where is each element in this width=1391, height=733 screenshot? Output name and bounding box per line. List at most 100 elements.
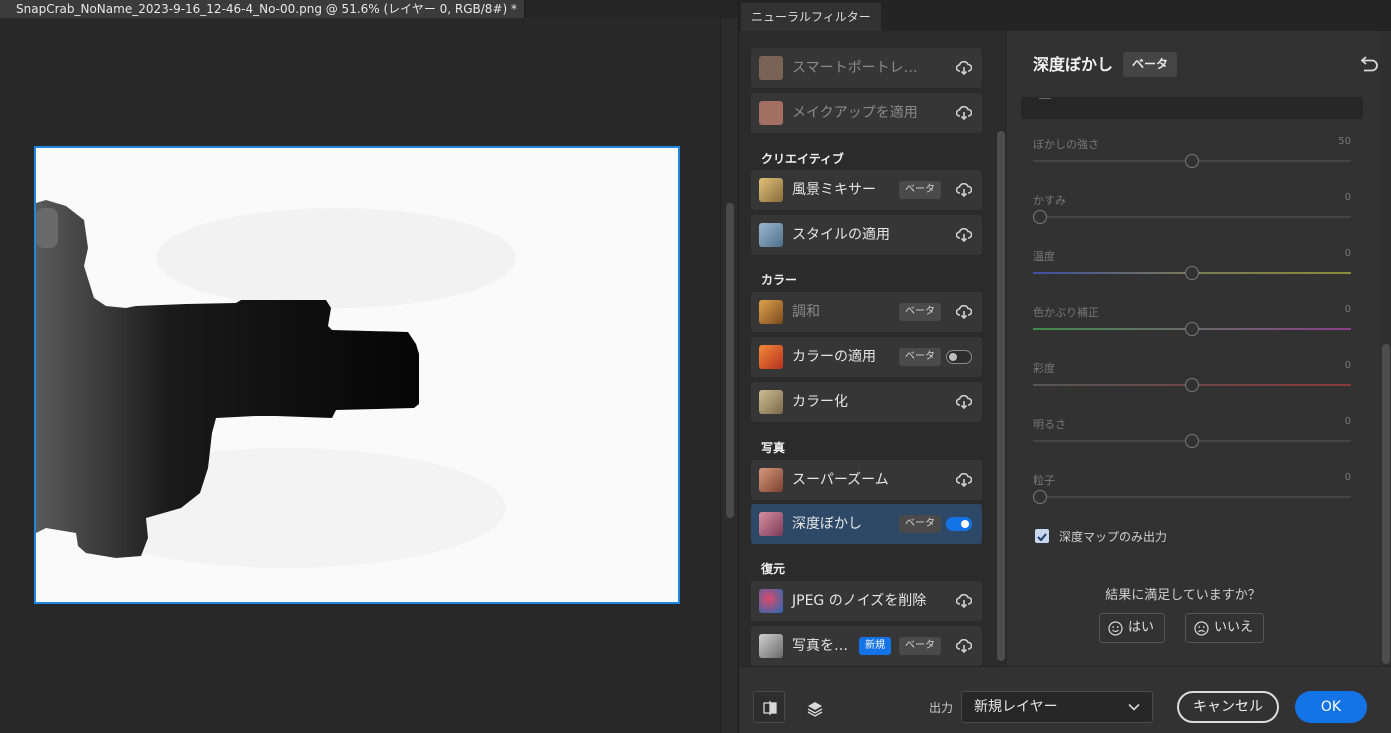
cloud-download-icon[interactable] bbox=[956, 106, 972, 120]
cancel-button[interactable]: キャンセル bbox=[1177, 691, 1279, 723]
colorize-thumb bbox=[759, 390, 783, 414]
cloud-download-icon[interactable] bbox=[956, 183, 972, 197]
cloud-download-icon[interactable] bbox=[956, 473, 972, 487]
output-select[interactable]: 新規レイヤー bbox=[961, 691, 1153, 723]
filter-item-jpeg-artifacts[interactable]: JPEG のノイズを削除 bbox=[751, 581, 982, 621]
color-transfer-thumb bbox=[759, 345, 783, 369]
slider-0[interactable]: ぼかしの強さ 50 bbox=[1033, 136, 1351, 176]
slider-label: 粒子 bbox=[1033, 474, 1055, 487]
slider-handle[interactable] bbox=[1185, 266, 1199, 280]
layer-preview-button[interactable] bbox=[797, 691, 829, 723]
output-label: 出力 bbox=[929, 701, 954, 715]
cloud-download-icon[interactable] bbox=[956, 305, 972, 319]
cloud-download-icon[interactable] bbox=[956, 61, 972, 75]
slider-label: 色かぶり補正 bbox=[1033, 306, 1099, 319]
toggle-knob bbox=[949, 352, 957, 361]
slider-handle[interactable] bbox=[1033, 210, 1047, 224]
document-vertical-scrollbar[interactable] bbox=[720, 18, 738, 733]
check-icon bbox=[1037, 533, 1047, 542]
filter-list-scroll-thumb[interactable] bbox=[997, 131, 1005, 661]
filter-item-label: JPEG のノイズを削除 bbox=[792, 593, 927, 609]
document-scroll-thumb[interactable] bbox=[726, 203, 734, 518]
slider-handle[interactable] bbox=[1033, 490, 1047, 504]
slider-value: 50 bbox=[1338, 136, 1351, 147]
slider-5[interactable]: 明るさ 0 bbox=[1033, 416, 1351, 456]
compare-view-button[interactable] bbox=[753, 691, 785, 723]
settings-scroll-thumb[interactable] bbox=[1382, 344, 1390, 664]
document-window: SnapCrab_NoName_2023-9-16_12-46-4_No-00.… bbox=[0, 0, 738, 733]
filter-item-depth-blur[interactable]: 深度ぼかし ベータ bbox=[751, 504, 982, 544]
cloud-download-icon[interactable] bbox=[956, 228, 972, 242]
filter-item-landscape-mixer[interactable]: 風景ミキサー ベータ bbox=[751, 170, 982, 210]
slider-track[interactable] bbox=[1033, 496, 1351, 498]
slider-handle[interactable] bbox=[1185, 434, 1199, 448]
feedback-question: 結果に満足していますか？ bbox=[1105, 588, 1261, 603]
image-canvas[interactable] bbox=[34, 146, 680, 604]
slider-value: 0 bbox=[1344, 472, 1351, 483]
filter-item-style-transfer[interactable]: スタイルの適用 bbox=[751, 215, 982, 255]
slider-4[interactable]: 彩度 0 bbox=[1033, 360, 1351, 400]
document-tabbar-empty bbox=[525, 0, 738, 18]
dash-mark bbox=[1039, 98, 1051, 99]
category-restore: 復元 bbox=[761, 562, 786, 576]
smile-icon bbox=[1108, 621, 1123, 636]
category-photo: 写真 bbox=[761, 441, 786, 455]
slider-track[interactable] bbox=[1033, 216, 1351, 218]
slider-label: 温度 bbox=[1033, 250, 1055, 263]
chevron-down-icon bbox=[1128, 703, 1140, 711]
filter-item-label: 風景ミキサー bbox=[792, 182, 876, 198]
slider-label: 明るさ bbox=[1033, 418, 1066, 431]
photo-restore-thumb bbox=[759, 634, 783, 658]
frown-icon bbox=[1194, 621, 1209, 636]
filter-item-super-zoom[interactable]: スーパーズーム bbox=[751, 460, 982, 500]
beta-badge: ベータ bbox=[899, 515, 941, 533]
filter-item-harmonization[interactable]: 調和 ベータ bbox=[751, 292, 982, 332]
preset-bar bbox=[1021, 97, 1363, 119]
feedback-yes-button[interactable]: はい bbox=[1099, 613, 1166, 643]
slider-label: かすみ bbox=[1033, 194, 1066, 207]
filter-item-label: 深度ぼかし bbox=[792, 516, 862, 532]
slider-handle[interactable] bbox=[1185, 154, 1199, 168]
feedback-yes-label: はい bbox=[1128, 620, 1155, 635]
filter-item-smart-portrait[interactable]: スマートポートレ… bbox=[751, 48, 982, 88]
slider-value: 0 bbox=[1344, 192, 1351, 203]
settings-scrollbar[interactable] bbox=[1380, 31, 1391, 666]
slider-label: ぼかしの強さ bbox=[1033, 138, 1099, 151]
ok-button[interactable]: OK bbox=[1295, 691, 1367, 723]
beta-badge: ベータ bbox=[899, 303, 941, 321]
portrait-thumb bbox=[759, 56, 783, 80]
slider-1[interactable]: かすみ 0 bbox=[1033, 192, 1351, 232]
filter-item-makeup[interactable]: メイクアップを適用 bbox=[751, 93, 982, 133]
depth-map-only-label: 深度マップのみ出力 bbox=[1059, 530, 1168, 544]
filter-item-label: メイクアップを適用 bbox=[792, 105, 918, 121]
filter-item-colorize[interactable]: カラー化 bbox=[751, 382, 982, 422]
filter-item-photo-restoration[interactable]: 写真を… 新規 ベータ bbox=[751, 626, 982, 666]
feedback-no-button[interactable]: いいえ bbox=[1185, 613, 1265, 643]
depth-map-only-checkbox[interactable] bbox=[1035, 529, 1049, 543]
document-tab[interactable]: SnapCrab_NoName_2023-9-16_12-46-4_No-00.… bbox=[0, 0, 525, 18]
filter-item-color-transfer[interactable]: カラーの適用 ベータ bbox=[751, 337, 982, 377]
reset-icon[interactable] bbox=[1360, 54, 1380, 72]
jpeg-noise-thumb bbox=[759, 589, 783, 613]
filter-list-scrollbar[interactable] bbox=[995, 31, 1007, 666]
filter-toggle-on[interactable] bbox=[946, 517, 972, 531]
filter-settings: 深度ぼかし ベータ ぼかしの強さ 50 かすみ 0 温度 0 色かぶり補正 0 彩度 0 明るさ 0 粒… bbox=[1009, 31, 1391, 666]
slider-3[interactable]: 色かぶり補正 0 bbox=[1033, 304, 1351, 344]
neural-filters-panel: ニューラルフィルター スマートポートレ… メイクアップを適用 クリエイティブ 風… bbox=[738, 0, 1391, 733]
cloud-download-icon[interactable] bbox=[956, 395, 972, 409]
tab-neural-filters[interactable]: ニューラルフィルター bbox=[741, 3, 881, 31]
filter-item-label: スタイルの適用 bbox=[792, 227, 890, 243]
slider-value: 0 bbox=[1344, 248, 1351, 259]
beta-badge: ベータ bbox=[899, 181, 941, 199]
app-window: SnapCrab_NoName_2023-9-16_12-46-4_No-00.… bbox=[0, 0, 1391, 733]
slider-handle[interactable] bbox=[1185, 378, 1199, 392]
cloud-download-icon[interactable] bbox=[956, 594, 972, 608]
slider-6[interactable]: 粒子 0 bbox=[1033, 472, 1351, 512]
harmony-thumb bbox=[759, 300, 783, 324]
cloud-download-icon[interactable] bbox=[956, 639, 972, 653]
filter-toggle-off[interactable] bbox=[946, 350, 972, 364]
depth-blur-thumb bbox=[759, 512, 783, 536]
toggle-knob bbox=[961, 519, 969, 528]
slider-handle[interactable] bbox=[1185, 322, 1199, 336]
slider-2[interactable]: 温度 0 bbox=[1033, 248, 1351, 288]
